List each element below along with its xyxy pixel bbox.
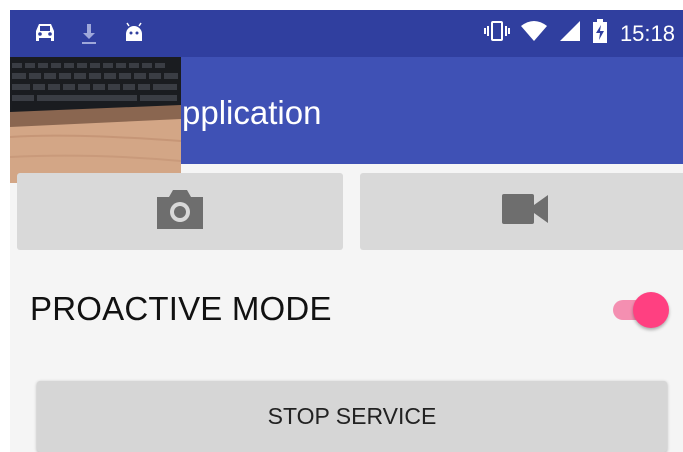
battery-charging-icon <box>592 19 608 48</box>
videocam-icon <box>500 192 550 231</box>
app-title: pplication <box>182 94 322 131</box>
android-icon <box>123 22 145 49</box>
record-video-button[interactable] <box>360 173 683 250</box>
capture-button-row <box>10 173 683 251</box>
camera-icon <box>153 187 207 236</box>
vibrate-icon <box>483 20 510 47</box>
app-screen: 15:18 pplication PROACTIVE MODE STOP SER… <box>10 10 683 452</box>
stop-service-button[interactable]: STOP SERVICE <box>37 381 667 452</box>
download-icon <box>80 22 98 51</box>
switch-thumb <box>633 292 669 328</box>
camera-preview <box>10 57 181 183</box>
proactive-mode-switch[interactable] <box>607 290 671 328</box>
take-photo-button[interactable] <box>17 173 343 250</box>
car-icon <box>32 22 58 49</box>
status-bar: 15:18 <box>10 10 683 57</box>
signal-icon <box>558 20 582 47</box>
clock: 15:18 <box>619 20 675 46</box>
wifi-icon <box>520 20 548 47</box>
proactive-mode-label: PROACTIVE MODE <box>30 290 332 327</box>
